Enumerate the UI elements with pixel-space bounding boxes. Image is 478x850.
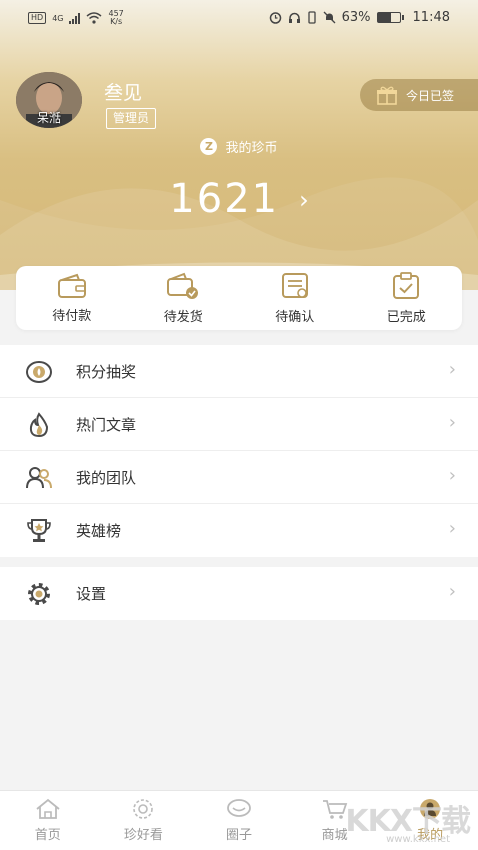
order-status-card: 待付款 待发货 待确认 已完成 bbox=[16, 266, 462, 330]
vibrate-icon bbox=[307, 11, 316, 24]
wifi-icon bbox=[86, 12, 102, 24]
role-badge: 管理员 bbox=[106, 108, 157, 129]
flame-icon bbox=[25, 412, 53, 438]
avatar-name: 呆湉 bbox=[36, 111, 61, 125]
order-label: 已完成 bbox=[386, 309, 426, 325]
checkin-label: 今日已签 bbox=[406, 88, 455, 103]
profile-header: HD 4G 457 K/s 63% 11:48 呆湉 叁见 管理员 今日已签 Z… bbox=[0, 0, 478, 290]
lottery-icon bbox=[25, 359, 53, 385]
clipboard-check-icon bbox=[393, 271, 420, 299]
gear-icon bbox=[25, 581, 53, 607]
gift-icon bbox=[377, 86, 397, 105]
coin-balance: 1621 bbox=[169, 176, 280, 222]
order-pending-shipment[interactable]: 待发货 bbox=[128, 266, 240, 330]
menu-item-leaderboard[interactable]: 英雄榜 › bbox=[0, 504, 478, 557]
status-bar: HD 4G 457 K/s 63% 11:48 bbox=[0, 0, 478, 36]
order-label: 待付款 bbox=[52, 308, 92, 324]
chevron-right-icon: › bbox=[448, 518, 456, 539]
tab-label: 商城 bbox=[321, 828, 348, 843]
tab-label: 珍好看 bbox=[123, 828, 163, 843]
trophy-icon bbox=[25, 518, 53, 544]
order-label: 待确认 bbox=[275, 309, 315, 325]
menu-label: 英雄榜 bbox=[76, 522, 122, 540]
tab-label: 圈子 bbox=[225, 828, 252, 843]
flower-icon bbox=[133, 799, 154, 819]
coin-icon: Z bbox=[200, 138, 218, 155]
order-label: 待发货 bbox=[163, 309, 203, 325]
order-pending-confirm[interactable]: 待确认 bbox=[239, 266, 351, 330]
settings-menu: 设置 › bbox=[0, 567, 478, 620]
menu-label: 热门文章 bbox=[76, 416, 137, 434]
checkin-button[interactable]: 今日已签 bbox=[360, 79, 478, 111]
battery-percent: 63% bbox=[341, 10, 371, 25]
tab-circle[interactable]: 圈子 bbox=[191, 791, 287, 850]
avatar[interactable]: 呆湉 bbox=[16, 72, 82, 128]
hd-badge: HD bbox=[28, 12, 47, 24]
clock-time: 11:48 bbox=[412, 10, 450, 25]
network-label: 4G bbox=[52, 13, 64, 23]
chevron-right-icon: › bbox=[448, 465, 456, 486]
package-check-icon bbox=[167, 272, 199, 299]
tab-discover[interactable]: 珍好看 bbox=[96, 791, 192, 850]
alarm-icon bbox=[269, 12, 281, 24]
wallet-icon bbox=[57, 273, 86, 298]
menu-item-lottery[interactable]: 积分抽奖 › bbox=[0, 345, 478, 398]
network-speed: 457 K/s bbox=[108, 9, 124, 26]
menu-item-hot-articles[interactable]: 热门文章 › bbox=[0, 398, 478, 451]
menu-label: 积分抽奖 bbox=[76, 363, 137, 381]
order-pending-payment[interactable]: 待付款 bbox=[16, 266, 128, 330]
team-icon bbox=[25, 465, 53, 491]
battery-icon bbox=[376, 12, 404, 23]
chevron-right-icon: › bbox=[448, 412, 456, 433]
receipt-icon bbox=[281, 272, 308, 298]
coin-balance-link[interactable]: 1621 › bbox=[0, 176, 478, 222]
tab-home[interactable]: 首页 bbox=[0, 791, 96, 850]
mute-icon bbox=[323, 11, 336, 24]
headphones-icon bbox=[288, 12, 300, 23]
menu-label: 我的团队 bbox=[76, 469, 137, 487]
chevron-right-icon: › bbox=[448, 581, 456, 602]
chat-icon bbox=[227, 799, 251, 817]
chevron-right-icon: › bbox=[448, 359, 456, 380]
user-greeting: 叁见 bbox=[104, 82, 143, 104]
signal-icon bbox=[69, 12, 81, 24]
coin-label: 我的珍币 bbox=[225, 141, 278, 156]
menu-item-settings[interactable]: 设置 › bbox=[0, 567, 478, 620]
chevron-right-icon: › bbox=[299, 186, 309, 214]
menu-item-my-team[interactable]: 我的团队 › bbox=[0, 451, 478, 504]
battery-level bbox=[377, 13, 392, 22]
menu-label: 设置 bbox=[76, 585, 107, 603]
order-completed[interactable]: 已完成 bbox=[351, 266, 463, 330]
home-icon bbox=[36, 798, 60, 819]
watermark-url: www.kkx.net bbox=[386, 834, 450, 845]
coin-label-row[interactable]: Z 我的珍币 bbox=[0, 137, 478, 156]
cart-icon bbox=[322, 800, 347, 819]
tab-label: 首页 bbox=[34, 828, 61, 843]
feature-menu: 积分抽奖 › 热门文章 › 我的团队 › 英雄榜 › bbox=[0, 345, 478, 557]
